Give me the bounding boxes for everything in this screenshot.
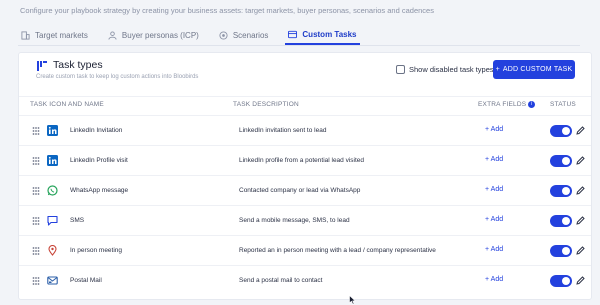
drag-handle-icon[interactable] bbox=[32, 217, 40, 225]
status-toggle[interactable] bbox=[550, 155, 572, 167]
table-row: SMS Send a mobile message, SMS, to lead … bbox=[19, 205, 591, 235]
show-disabled-label: Show disabled task types bbox=[409, 65, 494, 74]
drag-handle-icon[interactable] bbox=[32, 247, 40, 255]
pencil-icon[interactable] bbox=[575, 215, 586, 226]
add-custom-task-button[interactable]: + ADD CUSTOM TASK bbox=[493, 60, 575, 79]
task-description: Reported an in person meeting with a lea… bbox=[239, 247, 436, 254]
task-description: Send a mobile message, SMS, to lead bbox=[239, 217, 350, 224]
show-disabled-toggle[interactable]: Show disabled task types bbox=[396, 65, 494, 74]
info-icon[interactable]: i bbox=[528, 101, 536, 108]
person-icon bbox=[108, 31, 117, 40]
drag-handle-icon[interactable] bbox=[32, 277, 40, 285]
linkedin-icon bbox=[47, 125, 58, 136]
column-header-status: STATUS bbox=[550, 101, 576, 108]
pencil-icon[interactable] bbox=[575, 125, 586, 136]
pencil-icon[interactable] bbox=[575, 155, 586, 166]
status-toggle[interactable] bbox=[550, 125, 572, 137]
add-extra-field-button[interactable]: + Add bbox=[485, 186, 503, 193]
linkedin-icon bbox=[47, 155, 58, 166]
task-description: Contacted company or lead via WhatsApp bbox=[239, 187, 361, 194]
column-header-description: TASK DESCRIPTION bbox=[233, 101, 299, 108]
building-icon bbox=[21, 31, 30, 40]
task-name: LinkedIn Profile visit bbox=[70, 157, 128, 164]
tab-label: Target markets bbox=[35, 31, 88, 40]
chat-icon bbox=[47, 215, 58, 226]
drag-handle-icon[interactable] bbox=[32, 157, 40, 165]
card-title: Task types bbox=[53, 59, 103, 71]
location-pin-icon bbox=[48, 245, 57, 256]
pencil-icon[interactable] bbox=[575, 185, 586, 196]
card-icon bbox=[288, 30, 298, 39]
status-toggle[interactable] bbox=[550, 185, 572, 197]
drag-handle-icon[interactable] bbox=[32, 127, 40, 135]
task-types-icon bbox=[37, 61, 47, 71]
table-row: WhatsApp message Contacted company or le… bbox=[19, 175, 591, 205]
tab-scenarios[interactable]: Scenarios bbox=[216, 26, 272, 45]
add-custom-task-label: ADD CUSTOM TASK bbox=[502, 66, 573, 73]
show-disabled-checkbox[interactable] bbox=[396, 65, 405, 74]
add-extra-field-button[interactable]: + Add bbox=[485, 246, 503, 253]
task-name: LinkedIn Invitation bbox=[70, 127, 123, 134]
add-extra-field-button[interactable]: + Add bbox=[485, 216, 503, 223]
table-row: LinkedIn Profile visit LinkedIn profile … bbox=[19, 145, 591, 175]
task-name: Postal Mail bbox=[70, 277, 102, 284]
page-intro-text: Configure your playbook strategy by crea… bbox=[20, 6, 434, 15]
tab-label: Scenarios bbox=[232, 31, 269, 40]
column-header-extra-fields: EXTRA FIELDS i bbox=[478, 101, 536, 109]
status-toggle[interactable] bbox=[550, 275, 572, 287]
task-types-card: Task types Create custom task to keep lo… bbox=[18, 52, 592, 300]
drag-handle-icon[interactable] bbox=[32, 187, 40, 195]
add-extra-field-button[interactable]: + Add bbox=[485, 276, 503, 283]
mouse-cursor-icon bbox=[349, 295, 357, 305]
whatsapp-icon bbox=[47, 185, 58, 196]
table-row: LinkedIn Invitation LinkedIn invitation … bbox=[19, 115, 591, 145]
mail-icon bbox=[47, 276, 58, 285]
target-icon bbox=[219, 31, 228, 40]
task-name: In person meeting bbox=[70, 247, 123, 254]
extra-fields-label: EXTRA FIELDS bbox=[478, 101, 527, 109]
pencil-icon[interactable] bbox=[575, 275, 586, 286]
tab-custom-tasks[interactable]: Custom Tasks bbox=[285, 26, 360, 45]
card-subtitle: Create custom task to keep log custom ac… bbox=[36, 74, 199, 80]
plus-icon: + bbox=[495, 66, 500, 73]
tab-target-markets[interactable]: Target markets bbox=[18, 26, 91, 45]
table-row: In person meeting Reported an in person … bbox=[19, 235, 591, 265]
table-header: TASK ICON AND NAME TASK DESCRIPTION EXTR… bbox=[19, 96, 591, 112]
status-toggle[interactable] bbox=[550, 215, 572, 227]
status-toggle[interactable] bbox=[550, 245, 572, 257]
add-extra-field-button[interactable]: + Add bbox=[485, 156, 503, 163]
card-header: Task types Create custom task to keep lo… bbox=[19, 53, 591, 93]
tab-buyer-personas[interactable]: Buyer personas (ICP) bbox=[105, 26, 202, 45]
table-row: Postal Mail Send a postal mail to contac… bbox=[19, 265, 591, 295]
tab-label: Custom Tasks bbox=[302, 30, 357, 39]
column-header-icon-name: TASK ICON AND NAME bbox=[30, 101, 104, 108]
task-name: SMS bbox=[70, 217, 85, 224]
pencil-icon[interactable] bbox=[575, 245, 586, 256]
tab-label: Buyer personas (ICP) bbox=[121, 31, 199, 40]
add-extra-field-button[interactable]: + Add bbox=[485, 126, 503, 133]
task-description: LinkedIn profile from a potential lead v… bbox=[239, 157, 365, 164]
task-name: WhatsApp message bbox=[70, 187, 129, 194]
tab-bar: Target markets Buyer personas (ICP) Scen… bbox=[18, 26, 580, 46]
task-description: LinkedIn invitation sent to lead bbox=[239, 127, 327, 134]
task-description: Send a postal mail to contact bbox=[239, 277, 323, 284]
